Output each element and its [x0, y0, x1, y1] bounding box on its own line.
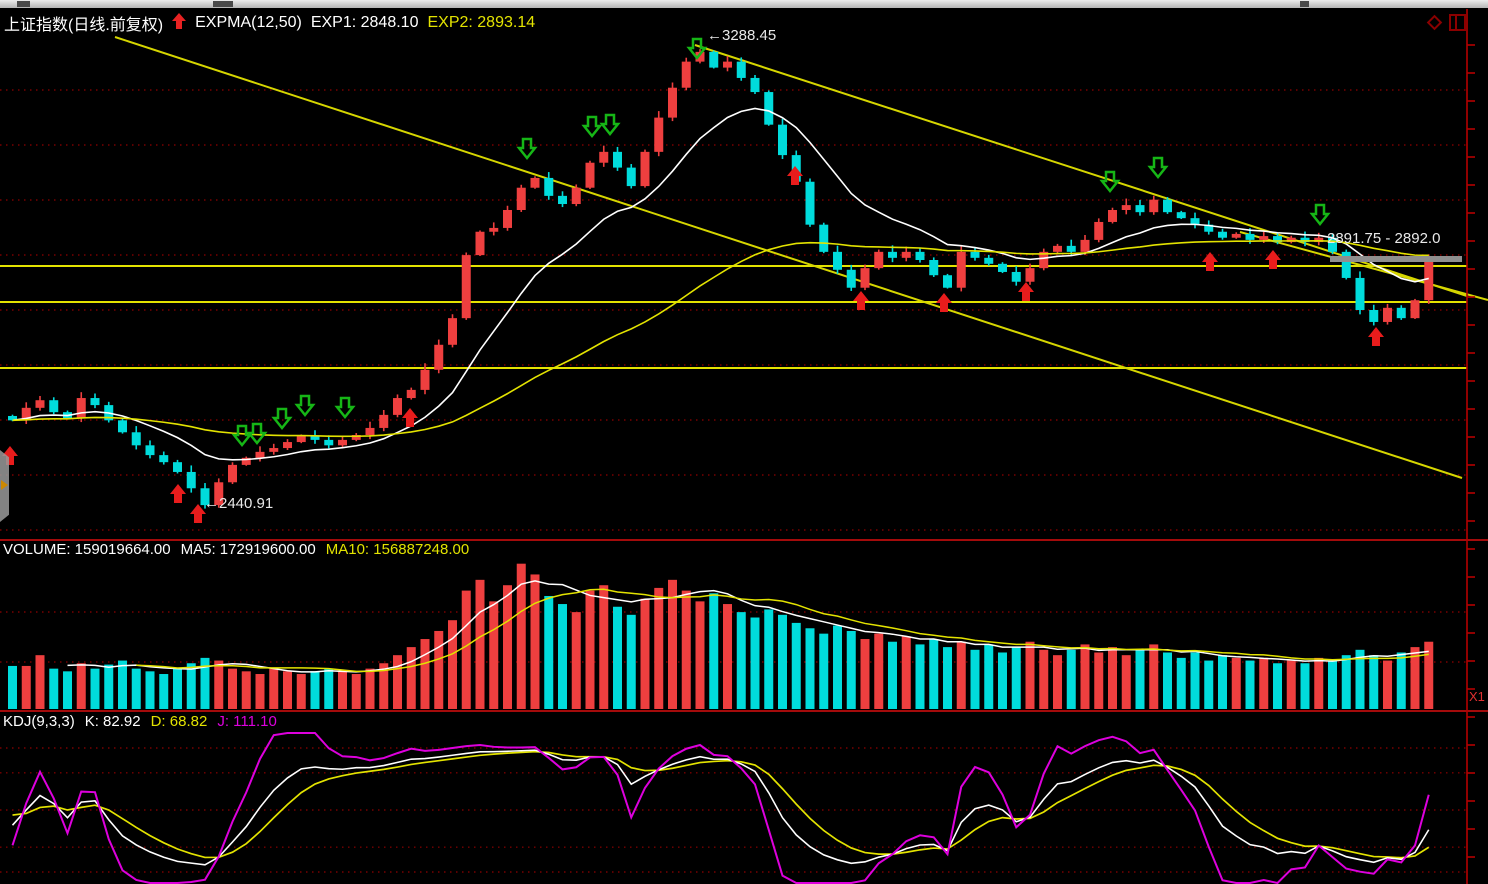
volume-multiplier-label: X1 [1469, 689, 1485, 704]
volume-pane-header: VOLUME: 159019664.00 MA5: 172919600.00 M… [3, 541, 469, 558]
kdj-d-value: D: 68.82 [151, 713, 208, 730]
buy-signal-arrow [853, 291, 869, 310]
sell-signal-arrow [602, 115, 618, 134]
diamond-icon[interactable] [1424, 12, 1444, 37]
titlebar-notch [17, 1, 30, 7]
instrument-title: 上证指数(日线.前复权) [4, 11, 163, 35]
low-price-label: ←2440.91 [204, 495, 273, 512]
sell-signal-arrow [337, 398, 353, 417]
sell-signal-arrow [297, 396, 313, 415]
window-top-strip [0, 0, 1488, 8]
titlebar-notch [1300, 1, 1309, 7]
buy-signal-arrow [936, 293, 952, 312]
sell-signal-arrow [519, 139, 535, 158]
exp1-value: EXP1: 2848.10 [311, 14, 419, 32]
buy-signal-arrow [1368, 327, 1384, 346]
sell-signal-arrow [249, 424, 265, 443]
kdj-k-value: K: 82.92 [85, 713, 141, 730]
buy-signal-arrow [1202, 252, 1218, 271]
chart-header: 上证指数(日线.前复权) EXPMA(12,50) EXP1: 2848.10 … [4, 11, 535, 35]
volume-ma10-value: MA10: 156887248.00 [326, 541, 469, 558]
chart-canvas[interactable] [0, 0, 1488, 884]
buy-signal-arrow [170, 484, 186, 503]
volume-value: VOLUME: 159019664.00 [3, 541, 171, 558]
trading-app-window: 上证指数(日线.前复权) EXPMA(12,50) EXP1: 2848.10 … [0, 0, 1488, 884]
titlebar-notch [213, 1, 233, 7]
kdj-pane-header: KDJ(9,3,3) K: 82.92 D: 68.82 J: 111.10 [3, 713, 277, 730]
buy-signal-arrow [1018, 282, 1034, 301]
current-price-label: 2891.75 - 2892.0 [1327, 230, 1440, 247]
sell-signal-arrow [1102, 172, 1118, 191]
kdj-j-value: J: 111.10 [217, 713, 277, 730]
side-panel-handle[interactable] [0, 450, 9, 522]
indicator-label: EXPMA(12,50) [195, 14, 302, 32]
peak-price-label: ←3288.45 [707, 27, 776, 44]
sell-signal-arrow [234, 426, 250, 445]
volume-ma5-value: MA5: 172919600.00 [181, 541, 316, 558]
split-window-icon[interactable] [1449, 12, 1467, 37]
sell-signal-arrow [584, 117, 600, 136]
expand-arrow-icon [1, 480, 8, 490]
sell-signal-arrow [274, 409, 290, 428]
sell-signal-arrow [1312, 205, 1328, 224]
buy-signal-arrow [402, 408, 418, 427]
kdj-label: KDJ(9,3,3) [3, 713, 75, 730]
exp2-value: EXP2: 2893.14 [427, 14, 535, 32]
up-arrow-icon [172, 12, 186, 34]
sell-signal-arrow [1150, 158, 1166, 177]
